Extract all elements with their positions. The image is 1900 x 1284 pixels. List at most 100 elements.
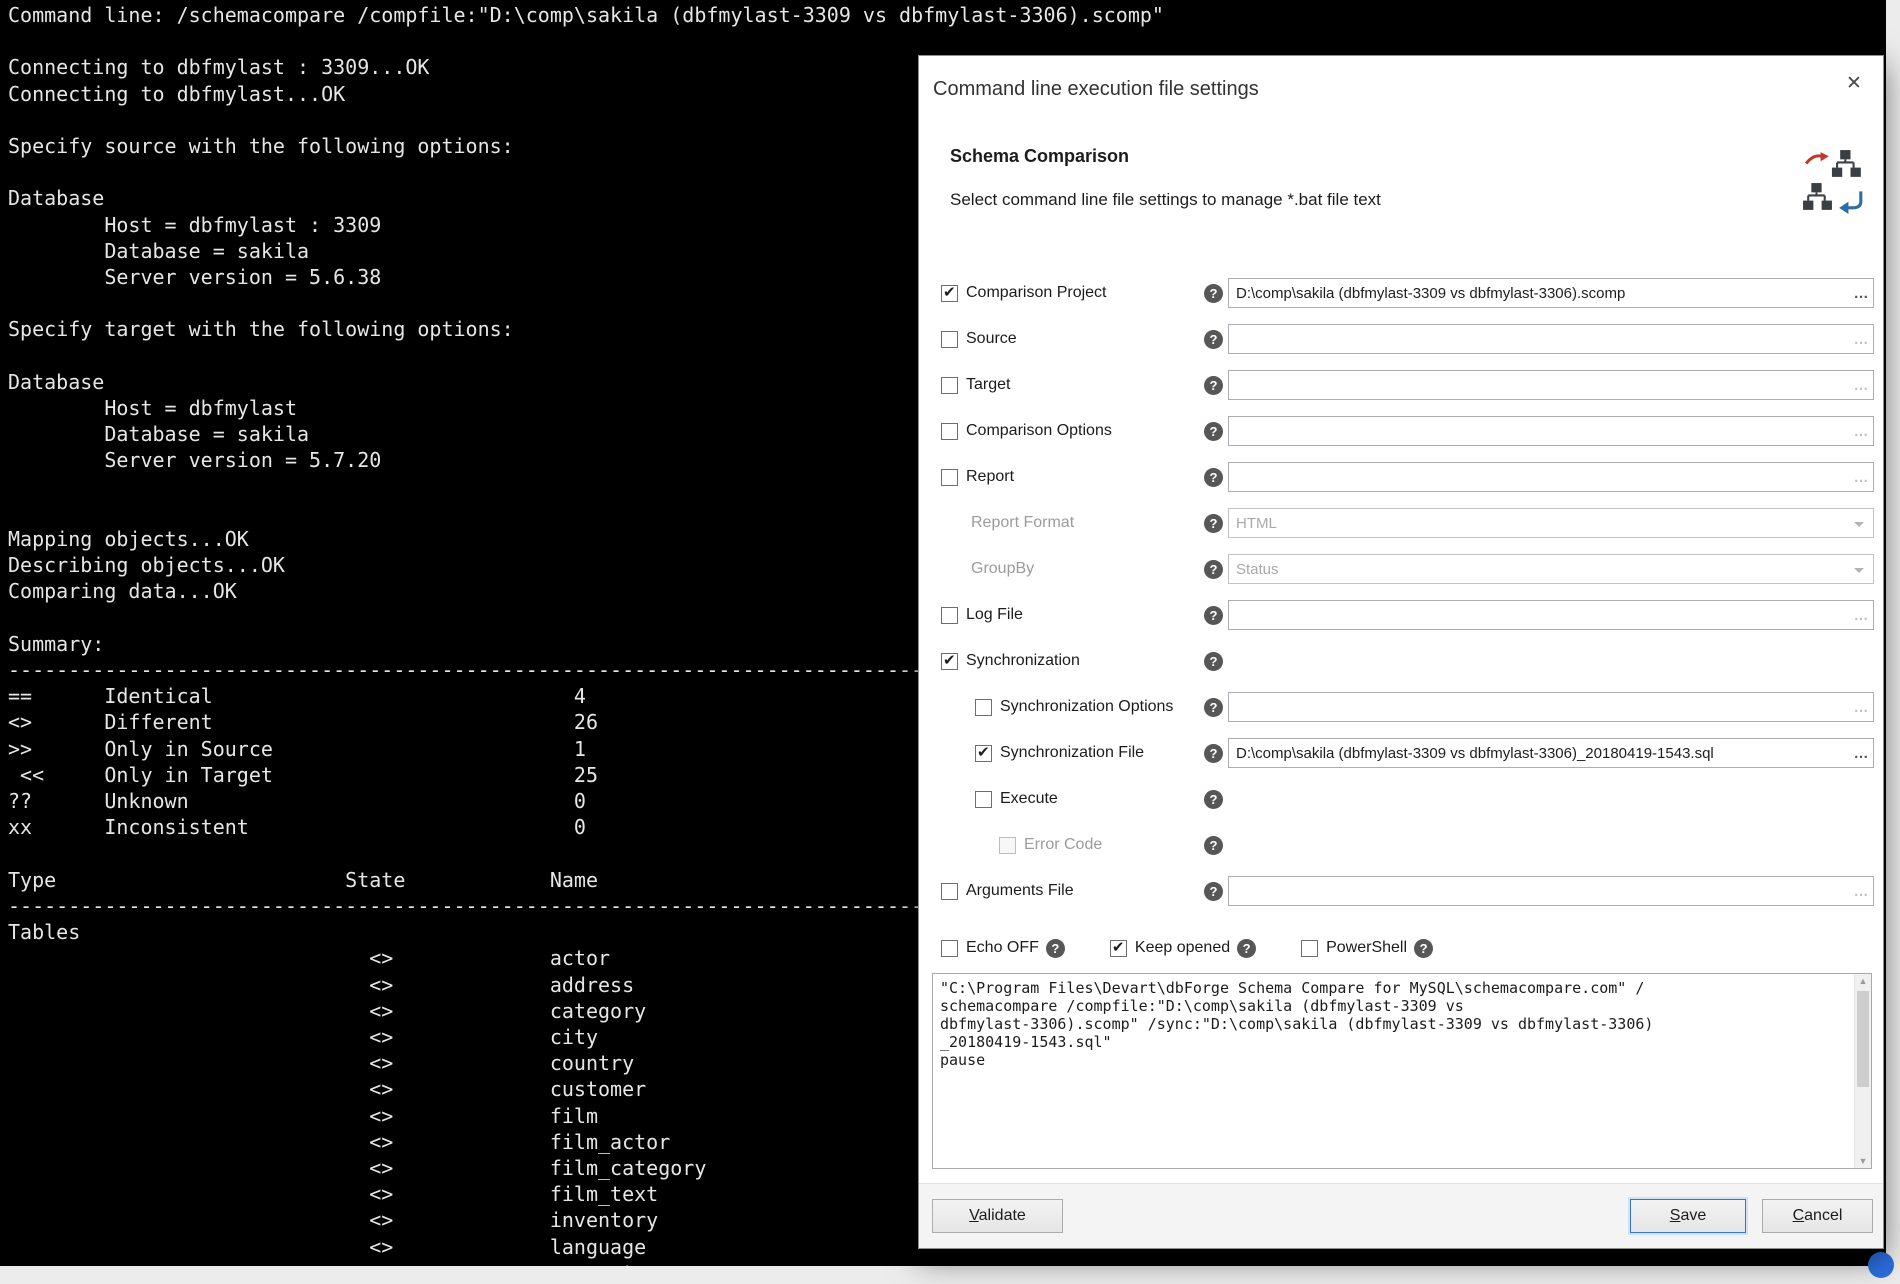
dialog-subtitle: Select command line file settings to man…: [950, 190, 1381, 210]
comparison-options-help-icon[interactable]: ?: [1204, 422, 1223, 441]
bat-text-box: "C:\Program Files\Devart\dbForge Schema …: [932, 973, 1872, 1169]
row-log-file: Log File ? …: [919, 592, 1883, 638]
synchronization-help-icon[interactable]: ?: [1204, 652, 1223, 671]
arguments-file-input[interactable]: [1228, 876, 1874, 906]
synchronization-file-browse-button[interactable]: …: [1849, 739, 1873, 767]
target-input[interactable]: [1228, 370, 1874, 400]
row-target: Target ? …: [919, 362, 1883, 408]
source-browse-button[interactable]: …: [1849, 325, 1873, 353]
arguments-file-checkbox[interactable]: [941, 883, 958, 900]
powershell-group: PowerShell ?: [1301, 939, 1438, 958]
synchronization-options-input[interactable]: [1228, 692, 1874, 722]
log-file-checkbox[interactable]: [941, 607, 958, 624]
synchronization-options-browse-button[interactable]: …: [1849, 693, 1873, 721]
report-format-value: HTML: [1236, 515, 1277, 532]
keep-opened-help-icon[interactable]: ?: [1237, 939, 1256, 958]
powershell-label: PowerShell: [1326, 939, 1407, 957]
save-button[interactable]: Save: [1630, 1199, 1746, 1233]
synchronization-file-input[interactable]: [1228, 738, 1874, 768]
target-label: Target: [966, 376, 1010, 394]
groupby-select: Status: [1228, 554, 1874, 584]
cancel-button[interactable]: Cancel: [1762, 1199, 1873, 1233]
row-source: Source ? …: [919, 316, 1883, 362]
row-arguments-file: Arguments File ? …: [919, 868, 1883, 914]
bat-text-input[interactable]: "C:\Program Files\Devart\dbForge Schema …: [933, 974, 1854, 1168]
report-format-help-icon[interactable]: ?: [1204, 514, 1223, 533]
report-format-select: HTML: [1228, 508, 1874, 538]
source-help-icon[interactable]: ?: [1204, 330, 1223, 349]
report-checkbox[interactable]: [941, 469, 958, 486]
row-groupby: GroupBy ? Status: [919, 546, 1883, 592]
row-synchronization-options: Synchronization Options ? …: [919, 684, 1883, 730]
synchronization-file-checkbox[interactable]: [975, 745, 992, 762]
execute-help-icon[interactable]: ?: [1204, 790, 1223, 809]
execute-checkbox[interactable]: [975, 791, 992, 808]
close-icon[interactable]: ✕: [1841, 70, 1867, 96]
groupby-help-icon[interactable]: ?: [1204, 560, 1223, 579]
execute-label: Execute: [1000, 790, 1058, 808]
comparison-options-browse-button[interactable]: …: [1849, 417, 1873, 445]
comparison-project-label: Comparison Project: [966, 284, 1107, 302]
report-label: Report: [966, 468, 1014, 486]
row-execute: Execute ?: [919, 776, 1883, 822]
comparison-options-label: Comparison Options: [966, 422, 1112, 440]
arguments-file-browse-button[interactable]: …: [1849, 877, 1873, 905]
comparison-project-checkbox[interactable]: [941, 285, 958, 302]
synchronization-checkbox[interactable]: [941, 653, 958, 670]
echo-off-help-icon[interactable]: ?: [1046, 939, 1065, 958]
echo-off-group: Echo OFF ?: [941, 939, 1070, 958]
log-file-input[interactable]: [1228, 600, 1874, 630]
synchronization-file-label: Synchronization File: [1000, 744, 1144, 762]
settings-rows: Comparison Project ? … Source ? … Targ: [919, 270, 1883, 914]
report-browse-button[interactable]: …: [1849, 463, 1873, 491]
row-comparison-project: Comparison Project ? …: [919, 270, 1883, 316]
row-synchronization: Synchronization ?: [919, 638, 1883, 684]
synchronization-options-checkbox[interactable]: [975, 699, 992, 716]
validate-button-label: Validate: [969, 1207, 1026, 1225]
scrollbar-thumb[interactable]: [1857, 991, 1869, 1087]
synchronization-options-label: Synchronization Options: [1000, 698, 1173, 716]
report-input[interactable]: [1228, 462, 1874, 492]
synchronization-file-help-icon[interactable]: ?: [1204, 744, 1223, 763]
arguments-file-help-icon[interactable]: ?: [1204, 882, 1223, 901]
keep-opened-group: Keep opened ?: [1110, 939, 1261, 958]
dialog-title: Command line execution file settings: [933, 78, 1259, 101]
comparison-options-input[interactable]: [1228, 416, 1874, 446]
error-code-help-icon[interactable]: ?: [1204, 836, 1223, 855]
save-button-label: Save: [1670, 1207, 1706, 1225]
keep-opened-checkbox[interactable]: [1110, 940, 1127, 957]
notification-dot[interactable]: [1868, 1252, 1894, 1278]
echo-off-checkbox[interactable]: [941, 940, 958, 957]
synchronization-options-help-icon[interactable]: ?: [1204, 698, 1223, 717]
row-comparison-options: Comparison Options ? …: [919, 408, 1883, 454]
source-input[interactable]: [1228, 324, 1874, 354]
target-checkbox[interactable]: [941, 377, 958, 394]
textarea-scrollbar[interactable]: [1854, 974, 1871, 1168]
comparison-project-input[interactable]: [1228, 278, 1874, 308]
powershell-help-icon[interactable]: ?: [1414, 939, 1433, 958]
report-format-label: Report Format: [971, 514, 1074, 532]
keep-opened-label: Keep opened: [1135, 939, 1230, 957]
report-help-icon[interactable]: ?: [1204, 468, 1223, 487]
row-report: Report ? …: [919, 454, 1883, 500]
row-error-code: Error Code ?: [919, 822, 1883, 868]
cancel-button-label: Cancel: [1793, 1207, 1843, 1225]
source-label: Source: [966, 330, 1017, 348]
row-synchronization-file: Synchronization File ? …: [919, 730, 1883, 776]
error-code-label: Error Code: [1024, 836, 1102, 854]
comparison-project-browse-button[interactable]: …: [1849, 279, 1873, 307]
log-file-help-icon[interactable]: ?: [1204, 606, 1223, 625]
dialog-footer: Validate Save Cancel: [919, 1183, 1883, 1248]
source-checkbox[interactable]: [941, 331, 958, 348]
comparison-project-help-icon[interactable]: ?: [1204, 284, 1223, 303]
bat-options-row: Echo OFF ? Keep opened ? PowerShell ?: [941, 933, 1478, 963]
echo-off-label: Echo OFF: [966, 939, 1039, 957]
powershell-checkbox[interactable]: [1301, 940, 1318, 957]
validate-button[interactable]: Validate: [932, 1199, 1063, 1233]
schema-comparison-heading: Schema Comparison: [950, 146, 1129, 167]
synchronization-label: Synchronization: [966, 652, 1080, 670]
log-file-browse-button[interactable]: …: [1849, 601, 1873, 629]
target-help-icon[interactable]: ?: [1204, 376, 1223, 395]
target-browse-button[interactable]: …: [1849, 371, 1873, 399]
comparison-options-checkbox[interactable]: [941, 423, 958, 440]
